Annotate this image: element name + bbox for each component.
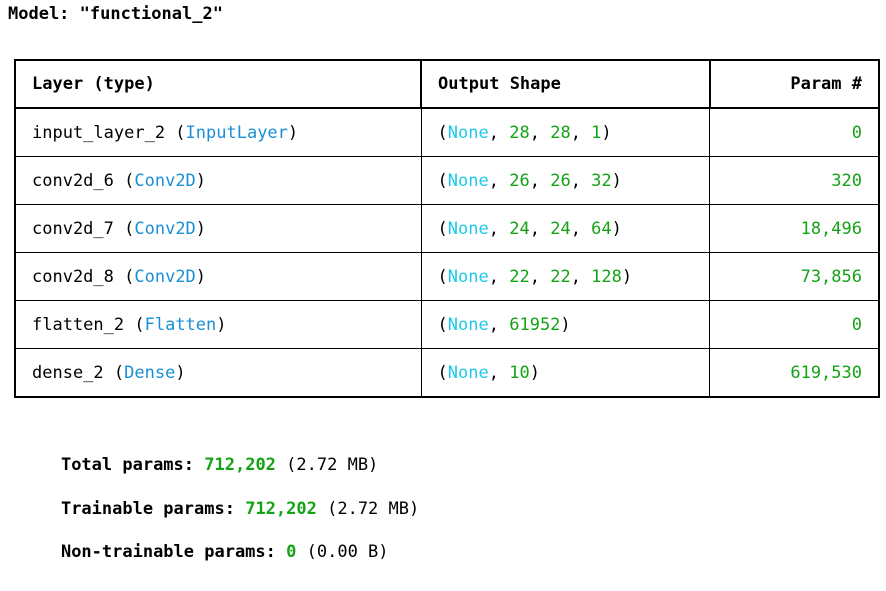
total-params-line: Total params: 712,202 (2.72 MB) xyxy=(20,426,419,475)
layer-name: conv2d_7 xyxy=(32,218,114,239)
table-row: conv2d_7 (Conv2D) (None, 24, 24, 64) 18,49… xyxy=(13,204,881,253)
param-count-cell: 18,496 xyxy=(709,204,881,253)
shape-dim: 24 xyxy=(509,218,530,239)
layer-name: conv2d_8 xyxy=(32,266,114,287)
non-trainable-params-size: (0.00 B) xyxy=(306,542,389,562)
table-row: conv2d_8 (Conv2D) (None, 22, 22, 128) 73,8… xyxy=(13,252,881,301)
layer-name: conv2d_6 xyxy=(32,170,114,191)
total-params-value: 712,202 xyxy=(204,455,276,475)
shape-dim: 61952 xyxy=(509,314,561,335)
param-count-cell: 0 xyxy=(709,107,881,157)
layer-cell: flatten_2 (Flatten) xyxy=(13,300,422,349)
output-shape-cell: (None, 28, 28, 1) xyxy=(420,107,711,157)
layer-type: Dense xyxy=(124,362,176,383)
layer-cell: conv2d_6 (Conv2D) xyxy=(13,156,422,205)
layer-cell: input_layer_2 (InputLayer) xyxy=(13,107,422,157)
table-row: flatten_2 (Flatten) (None, 61952) 0 xyxy=(13,300,881,349)
header-layer-type: Layer (type) xyxy=(13,59,423,109)
shape-dim: 22 xyxy=(509,266,530,287)
param-count: 73,856 xyxy=(800,266,862,287)
non-trainable-params-label: Non-trainable params: xyxy=(60,542,276,562)
table-row: dense_2 (Dense) (None, 10) 619,530 xyxy=(13,348,881,398)
shape-dim: 128 xyxy=(591,266,622,287)
layer-type: Conv2D xyxy=(134,266,196,287)
layer-cell: conv2d_7 (Conv2D) xyxy=(13,204,422,253)
params-summary: Total params: 712,202 (2.72 MB) Trainabl… xyxy=(20,426,420,562)
layer-name: dense_2 xyxy=(32,362,104,383)
param-count: 0 xyxy=(851,314,862,335)
param-count-cell: 619,530 xyxy=(709,348,881,398)
shape-dim: 28 xyxy=(550,122,571,143)
non-trainable-params-value: 0 xyxy=(286,542,297,562)
shape-dim: 1 xyxy=(591,122,602,143)
total-params-size: (2.72 MB) xyxy=(286,455,379,475)
total-params-label: Total params: xyxy=(60,455,195,475)
param-count-cell: 0 xyxy=(709,300,881,349)
table-header-row: Layer (type) Output Shape Param # xyxy=(13,59,881,109)
shape-dim: 64 xyxy=(591,218,612,239)
param-count: 320 xyxy=(831,170,862,191)
header-output-shape: Output Shape xyxy=(420,59,711,109)
layer-type: Conv2D xyxy=(134,218,196,239)
layer-cell: conv2d_8 (Conv2D) xyxy=(13,252,422,301)
layer-type: InputLayer xyxy=(185,122,288,143)
layer-cell: dense_2 (Dense) xyxy=(13,348,422,398)
output-shape-cell: (None, 24, 24, 64) xyxy=(420,204,711,253)
layer-name: input_layer_2 xyxy=(32,122,166,143)
shape-batch-dim: None xyxy=(447,362,489,383)
param-count: 619,530 xyxy=(790,362,862,383)
shape-dim: 26 xyxy=(550,170,571,191)
output-shape-cell: (None, 22, 22, 128) xyxy=(420,252,711,301)
shape-batch-dim: None xyxy=(447,314,489,335)
model-summary-table: Layer (type) Output Shape Param # input_… xyxy=(13,59,881,398)
shape-dim: 32 xyxy=(591,170,612,191)
shape-batch-dim: None xyxy=(447,266,489,287)
trainable-params-label: Trainable params: xyxy=(60,498,235,519)
output-shape-cell: (None, 26, 26, 32) xyxy=(420,156,711,205)
param-count-cell: 73,856 xyxy=(709,252,881,301)
layer-type: Flatten xyxy=(144,314,217,335)
shape-batch-dim: None xyxy=(447,122,489,143)
header-param-count: Param # xyxy=(708,59,881,109)
table-body: input_layer_2 (InputLayer) (None, 28, 28,… xyxy=(13,107,881,398)
shape-dim: 22 xyxy=(550,266,571,287)
shape-dim: 24 xyxy=(550,218,571,239)
param-count: 18,496 xyxy=(800,218,862,239)
table-row: input_layer_2 (InputLayer) (None, 28, 28,… xyxy=(13,107,881,157)
model-title: Model: "functional_2" xyxy=(8,4,223,24)
layer-type: Conv2D xyxy=(134,170,196,191)
trainable-params-value: 712,202 xyxy=(245,498,317,519)
trainable-params-size: (2.72 MB) xyxy=(327,498,420,519)
table-row: conv2d_6 (Conv2D) (None, 26, 26, 32) 320 xyxy=(13,156,881,205)
output-shape-cell: (None, 10) xyxy=(420,348,711,398)
output-shape-cell: (None, 61952) xyxy=(420,300,711,349)
shape-dim: 10 xyxy=(509,362,530,383)
param-count: 0 xyxy=(851,122,862,143)
shape-batch-dim: None xyxy=(447,218,489,239)
param-count-cell: 320 xyxy=(709,156,881,205)
shape-dim: 28 xyxy=(509,122,530,143)
shape-dim: 26 xyxy=(509,170,530,191)
shape-batch-dim: None xyxy=(447,170,489,191)
layer-name: flatten_2 xyxy=(32,314,125,335)
